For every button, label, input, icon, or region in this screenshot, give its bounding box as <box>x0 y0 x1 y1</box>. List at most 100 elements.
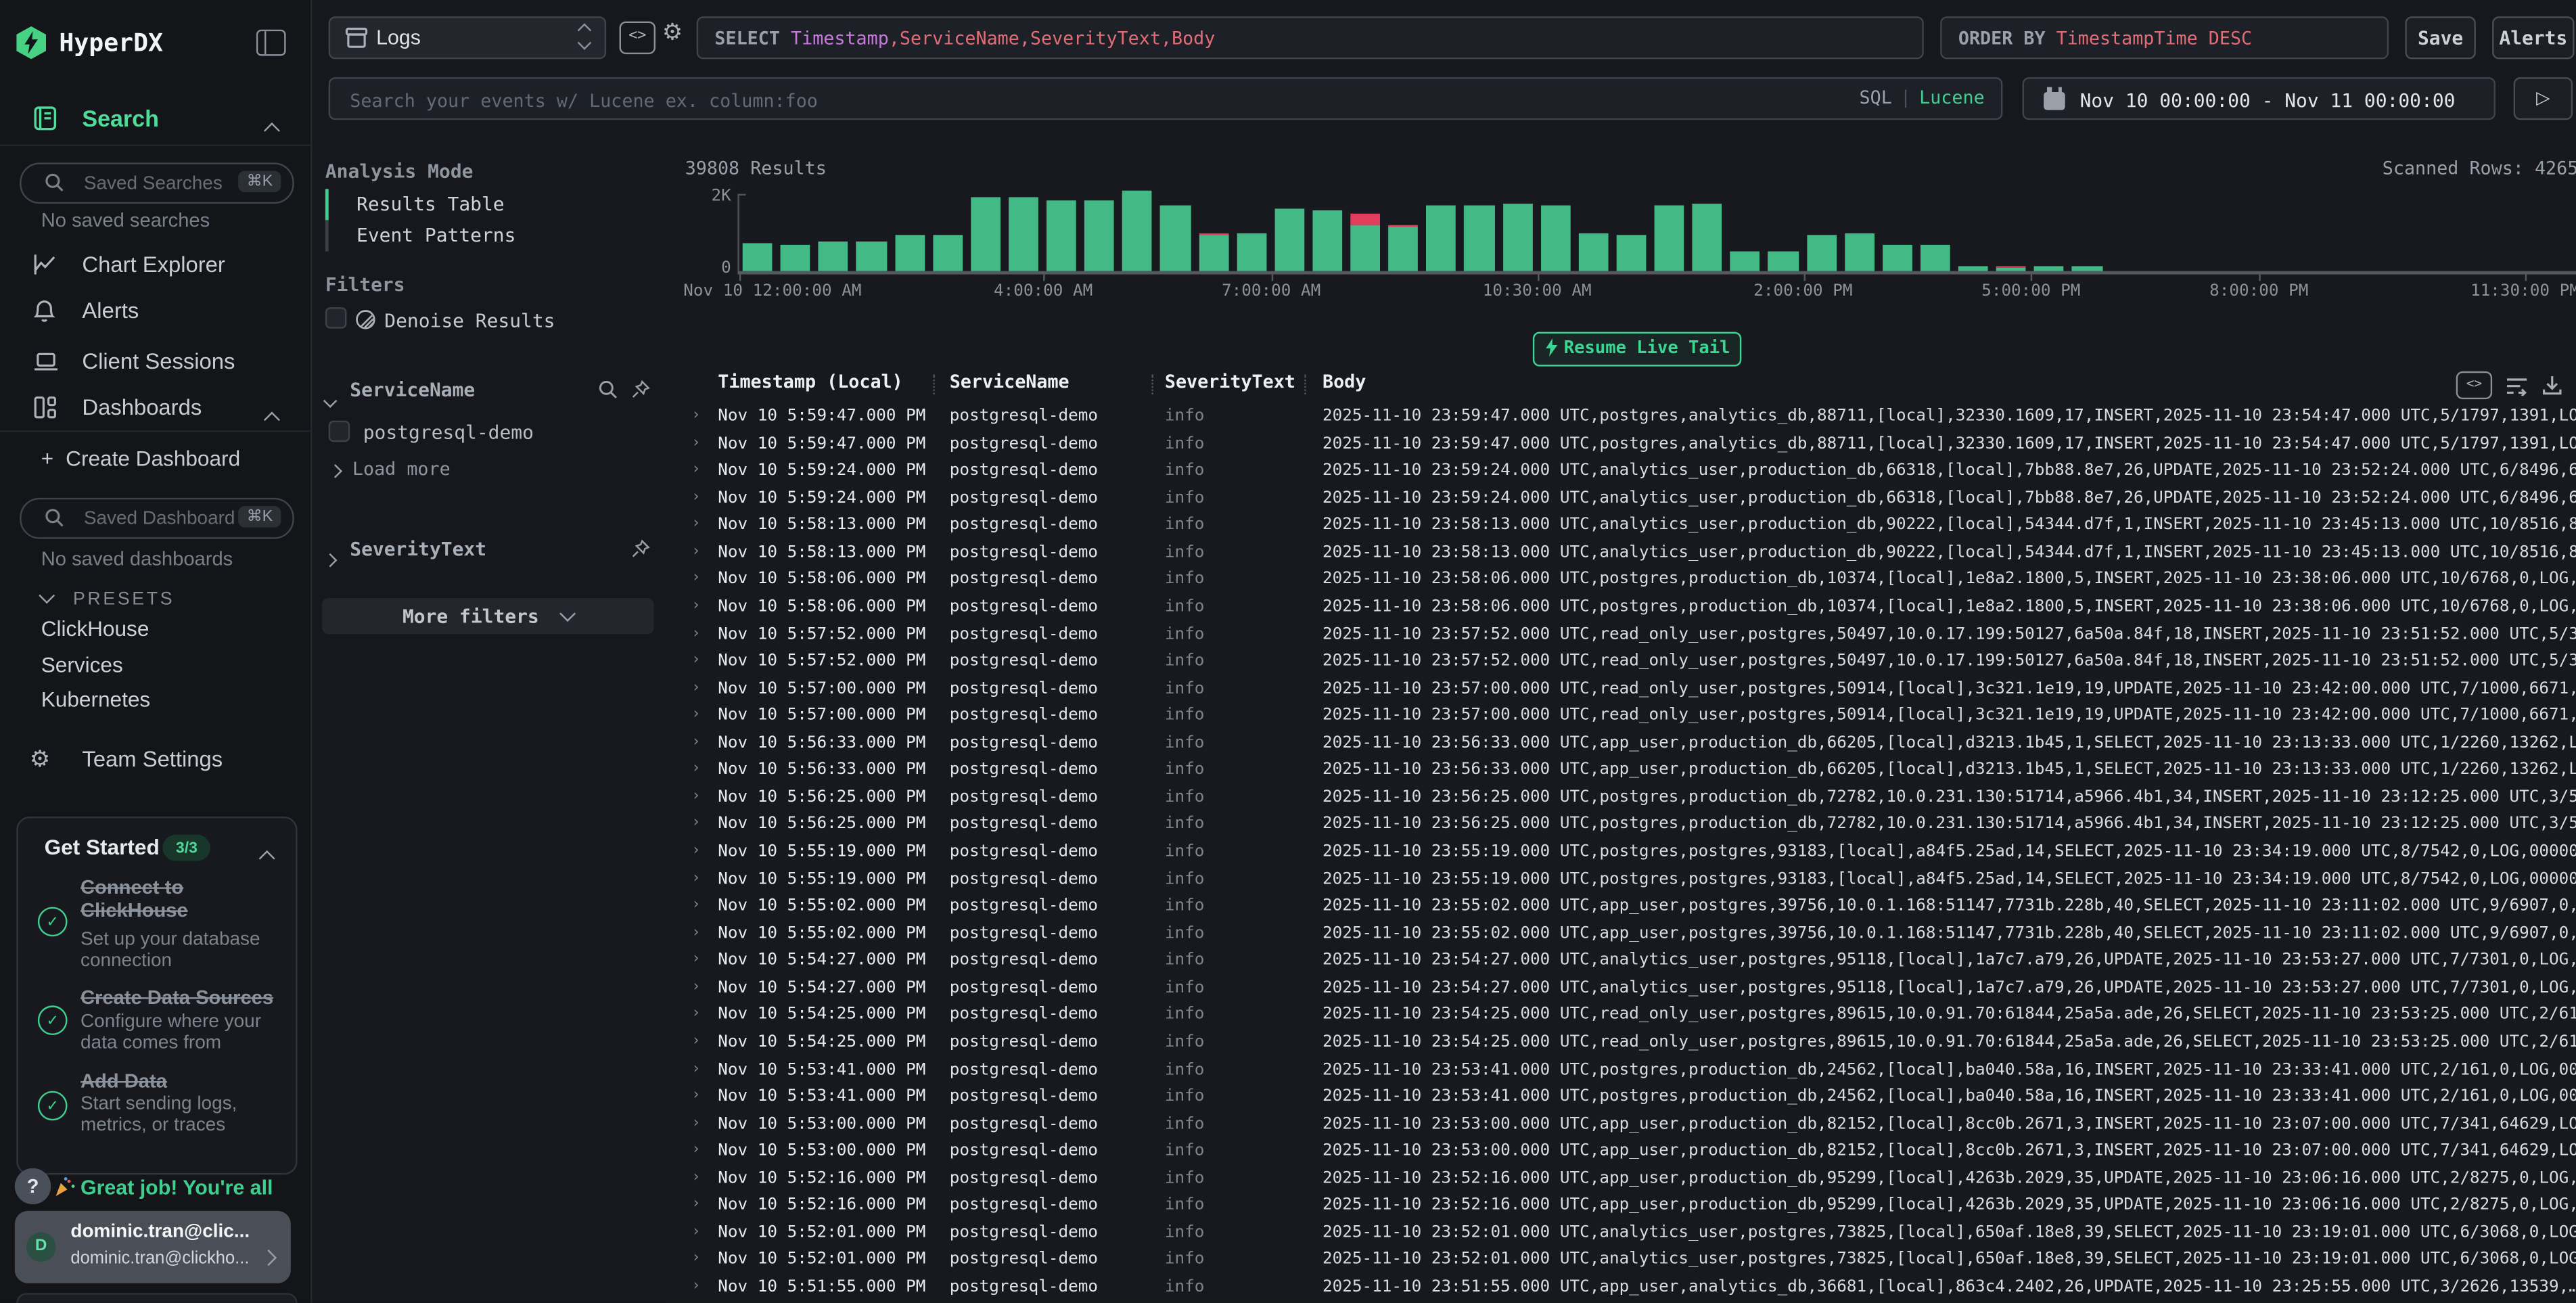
expand-row-icon[interactable]: › <box>691 1197 700 1213</box>
pin-icon[interactable] <box>631 380 651 399</box>
lucene-toggle[interactable]: Lucene <box>1919 87 1985 109</box>
table-row[interactable]: › Nov 10 5:57:00.000 PM postgresql-demo … <box>666 704 2576 731</box>
expand-row-icon[interactable]: › <box>691 816 700 832</box>
wrap-lines-icon[interactable] <box>2506 375 2529 395</box>
alerts-button[interactable]: Alerts <box>2492 16 2574 59</box>
sidebar-item-client-sessions[interactable]: Client Sessions <box>0 338 310 384</box>
expand-row-icon[interactable]: › <box>691 843 700 859</box>
table-row[interactable]: › Nov 10 5:52:16.000 PM postgresql-demo … <box>666 1193 2576 1220</box>
order-by-input[interactable]: ORDER BY TimestampTime DESC <box>1940 16 2389 59</box>
analysis-mode-option[interactable]: Results Table <box>325 189 654 220</box>
sidebar-item-search[interactable]: Search <box>0 95 310 141</box>
presets-toggle[interactable]: PRESETS <box>41 583 175 613</box>
expand-row-icon[interactable]: › <box>691 1170 700 1186</box>
expand-row-icon[interactable]: › <box>691 788 700 804</box>
preset-dashboard-item[interactable]: Services <box>41 652 123 676</box>
sql-toggle[interactable]: SQL <box>1860 87 1892 109</box>
download-icon[interactable] <box>2542 375 2563 396</box>
expand-row-icon[interactable]: › <box>691 897 700 913</box>
expand-row-icon[interactable]: › <box>691 680 700 696</box>
source-select[interactable]: Logs <box>329 16 606 59</box>
pin-icon[interactable] <box>631 539 651 559</box>
table-row[interactable]: › Nov 10 5:58:13.000 PM postgresql-demo … <box>666 513 2576 540</box>
more-filters-button[interactable]: More filters <box>322 598 654 634</box>
expand-row-icon[interactable]: › <box>691 407 700 424</box>
sidebar-item-dashboards[interactable]: Dashboards <box>0 384 310 430</box>
table-row[interactable]: › Nov 10 5:56:25.000 PM postgresql-demo … <box>666 785 2576 813</box>
resume-live-tail-button[interactable]: Resume Live Tail <box>1533 332 1741 367</box>
expand-row-icon[interactable]: › <box>691 489 700 505</box>
code-view-icon[interactable]: <> <box>2456 371 2492 399</box>
table-row[interactable]: › Nov 10 5:54:25.000 PM postgresql-demo … <box>666 1003 2576 1030</box>
table-row[interactable]: › Nov 10 5:59:47.000 PM postgresql-demo … <box>666 404 2576 431</box>
table-row[interactable]: › Nov 10 5:57:52.000 PM postgresql-demo … <box>666 649 2576 676</box>
table-row[interactable]: › Nov 10 5:58:06.000 PM postgresql-demo … <box>666 568 2576 595</box>
histogram-bars[interactable] <box>739 194 2563 271</box>
saved-dashboards-input[interactable]: ⌘K <box>20 498 294 539</box>
table-row[interactable]: › Nov 10 5:55:19.000 PM postgresql-demo … <box>666 867 2576 894</box>
expand-row-icon[interactable]: › <box>691 516 700 532</box>
create-dashboard-button[interactable]: + Create Dashboard <box>0 440 310 476</box>
table-row[interactable]: › Nov 10 5:53:00.000 PM postgresql-demo … <box>666 1112 2576 1139</box>
event-search-input[interactable] <box>346 81 1733 120</box>
table-row[interactable]: › Nov 10 5:54:27.000 PM postgresql-demo … <box>666 976 2576 1003</box>
expand-row-icon[interactable]: › <box>691 761 700 777</box>
expand-row-icon[interactable]: › <box>691 1088 700 1104</box>
table-row[interactable]: › Nov 10 5:54:27.000 PM postgresql-demo … <box>666 948 2576 976</box>
expand-row-icon[interactable]: › <box>691 707 700 723</box>
table-row[interactable]: › Nov 10 5:59:47.000 PM postgresql-demo … <box>666 432 2576 459</box>
column-resize-handle[interactable] <box>1304 375 1306 394</box>
load-more-button[interactable]: Load more <box>330 459 451 480</box>
expand-row-icon[interactable]: › <box>691 979 700 995</box>
expand-row-icon[interactable]: › <box>691 1006 700 1022</box>
saved-searches-field[interactable] <box>80 164 238 202</box>
table-row[interactable]: › Nov 10 5:53:00.000 PM postgresql-demo … <box>666 1139 2576 1166</box>
events-histogram[interactable]: 2K 0 Nov 10 12:00:00 AM4:00:00 AM7:00:00… <box>666 187 2576 290</box>
expand-row-icon[interactable]: › <box>691 1033 700 1049</box>
table-row[interactable]: › Nov 10 5:56:33.000 PM postgresql-demo … <box>666 731 2576 758</box>
table-row[interactable]: › Nov 10 5:53:41.000 PM postgresql-demo … <box>666 1084 2576 1112</box>
facet-value-checkbox[interactable] <box>329 421 350 442</box>
facet-severitytext[interactable]: SeverityText <box>325 537 651 564</box>
expand-row-icon[interactable]: › <box>691 652 700 668</box>
user-account-chip[interactable]: D dominic.tran@clic... dominic.tran@clic… <box>15 1211 291 1283</box>
table-row[interactable]: › Nov 10 5:58:06.000 PM postgresql-demo … <box>666 595 2576 622</box>
expand-row-icon[interactable]: › <box>691 571 700 587</box>
table-row[interactable]: › Nov 10 5:54:25.000 PM postgresql-demo … <box>666 1030 2576 1057</box>
table-row[interactable]: › Nov 10 5:52:01.000 PM postgresql-demo … <box>666 1248 2576 1275</box>
facet-servicename[interactable]: ServiceName <box>325 378 651 405</box>
chevron-up-icon[interactable] <box>266 115 277 145</box>
gear-icon[interactable]: ⚙ <box>662 18 683 46</box>
table-row[interactable]: › Nov 10 5:58:13.000 PM postgresql-demo … <box>666 541 2576 568</box>
table-row[interactable]: › Nov 10 5:52:01.000 PM postgresql-demo … <box>666 1220 2576 1248</box>
get-started-header[interactable]: Get Started 3/3 <box>18 835 296 865</box>
date-range-picker[interactable]: Nov 10 00:00:00 - Nov 11 00:00:00 <box>2023 77 2496 120</box>
sidebar-item-chart-explorer[interactable]: Chart Explorer <box>0 242 310 288</box>
table-row[interactable]: › Nov 10 5:51:55.000 PM postgresql-demo … <box>666 1275 2576 1302</box>
column-resize-handle[interactable] <box>933 375 934 394</box>
table-row[interactable]: › Nov 10 5:55:02.000 PM postgresql-demo … <box>666 921 2576 948</box>
denoise-results-option[interactable]: Denoise Results <box>325 307 654 334</box>
expand-row-icon[interactable]: › <box>691 435 700 451</box>
preset-dashboard-item[interactable]: ClickHouse <box>41 616 150 641</box>
column-resize-handle[interactable] <box>1151 375 1153 394</box>
saved-searches-input[interactable]: ⌘K <box>20 162 294 204</box>
expand-row-icon[interactable]: › <box>691 1251 700 1267</box>
table-row[interactable]: › Nov 10 5:55:02.000 PM postgresql-demo … <box>666 894 2576 921</box>
table-row[interactable]: › Nov 10 5:59:24.000 PM postgresql-demo … <box>666 459 2576 486</box>
query-language-toggle[interactable]: SQL|Lucene <box>1860 87 1985 109</box>
expand-row-icon[interactable]: › <box>691 543 700 559</box>
analysis-mode-option[interactable]: Event Patterns <box>325 220 654 251</box>
save-button[interactable]: Save <box>2405 16 2475 59</box>
expand-row-icon[interactable]: › <box>691 598 700 614</box>
facet-search-icon[interactable] <box>598 380 618 399</box>
table-row[interactable]: › Nov 10 5:57:00.000 PM postgresql-demo … <box>666 677 2576 704</box>
expand-row-icon[interactable]: › <box>691 1224 700 1240</box>
table-row[interactable]: › Nov 10 5:55:19.000 PM postgresql-demo … <box>666 840 2576 867</box>
sidebar-collapse-icon[interactable] <box>256 30 286 56</box>
expand-row-icon[interactable]: › <box>691 1278 700 1294</box>
table-row[interactable]: › Nov 10 5:53:41.000 PM postgresql-demo … <box>666 1057 2576 1084</box>
preset-dashboard-item[interactable]: Kubernetes <box>41 687 150 711</box>
expand-row-icon[interactable]: › <box>691 925 700 941</box>
run-query-button[interactable]: ▷ <box>2514 77 2573 120</box>
